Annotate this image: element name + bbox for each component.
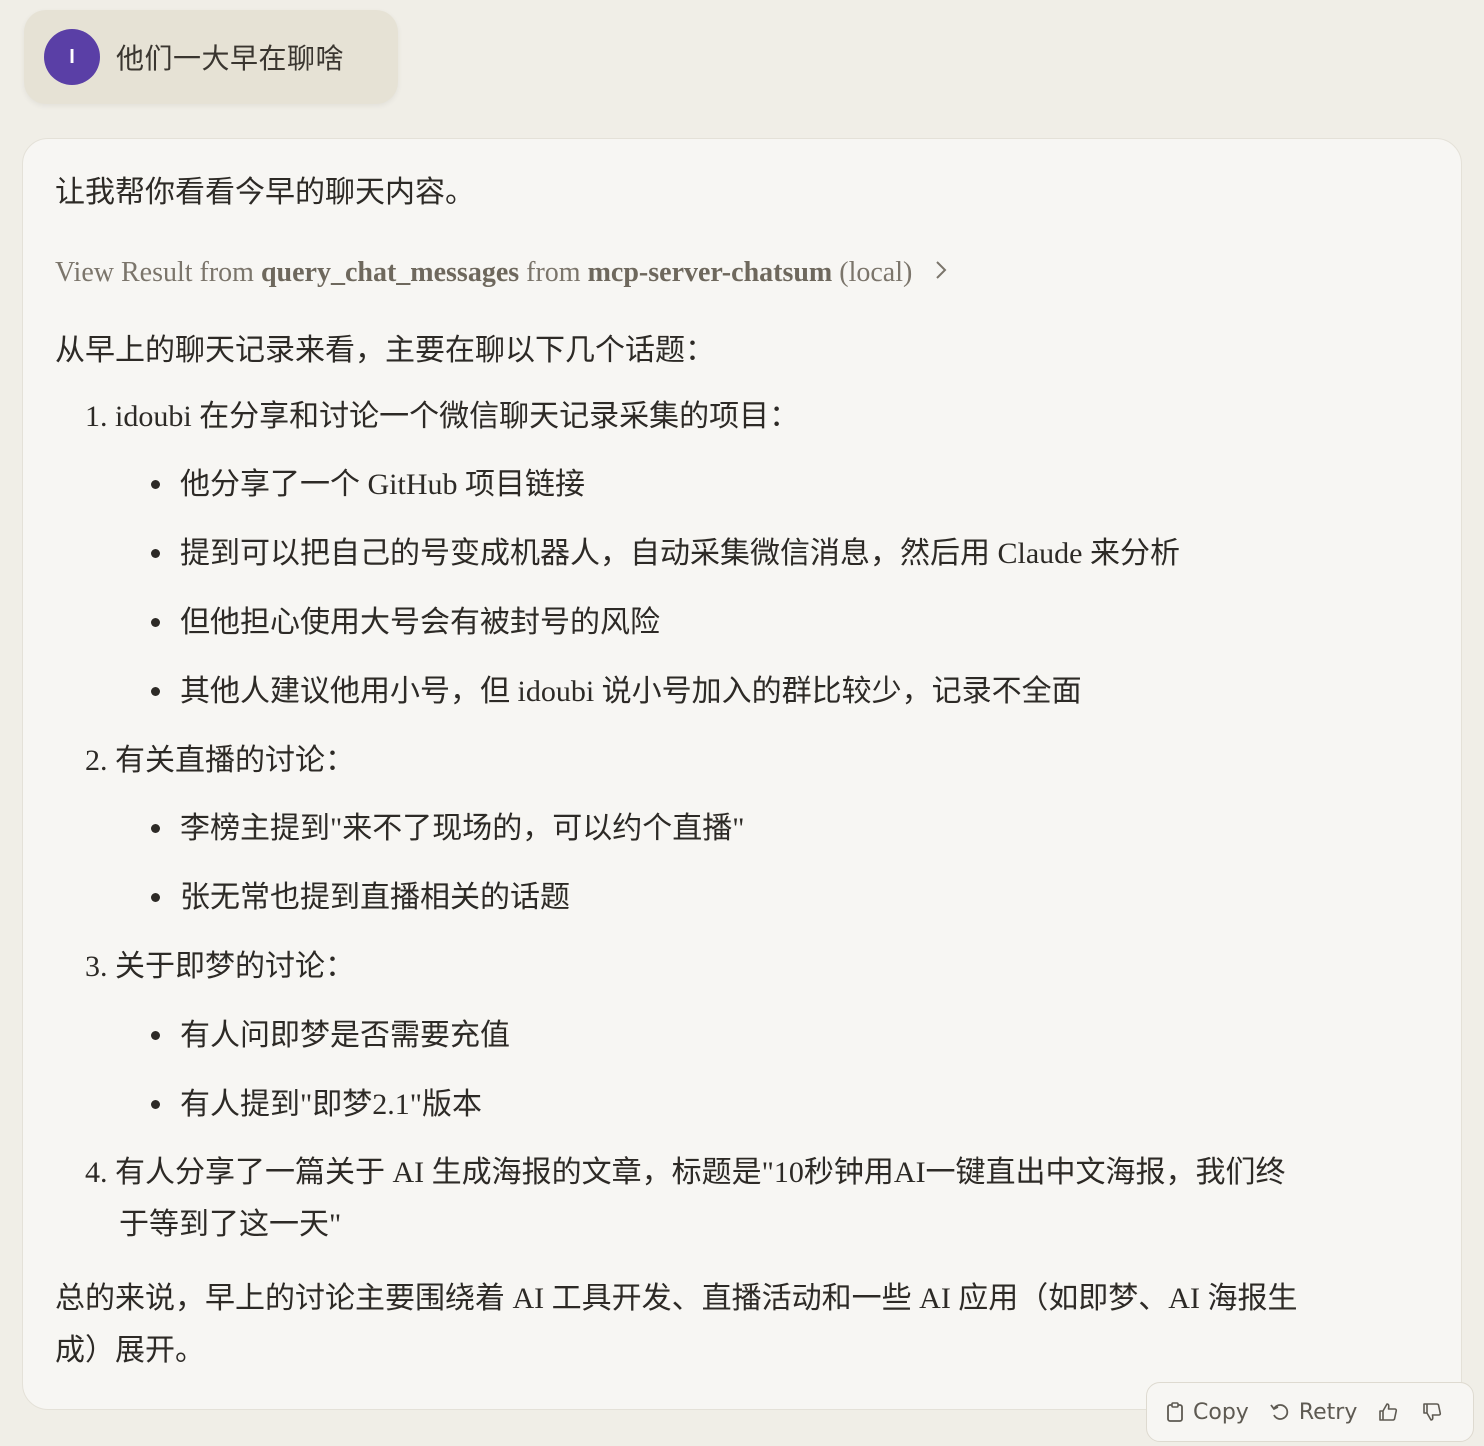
thumbs-up-icon	[1379, 1403, 1398, 1421]
list-item: 张无常也提到直播相关的话题	[151, 872, 570, 924]
list-item-topic-1: 1. idoubi 在分享和讨论一个微信聊天记录采集的项目：	[85, 391, 799, 443]
bullet-text: 他分享了一个 GitHub 项目链接	[180, 468, 585, 501]
bullet-icon	[151, 686, 160, 696]
summary-text-continued: 成）展开。	[55, 1334, 205, 1367]
avatar[interactable]: I	[44, 29, 100, 85]
list-item: 其他人建议他用小号，但 idoubi 说小号加入的群比较少，记录不全面	[151, 666, 1082, 718]
bullet-icon	[151, 892, 160, 902]
list-item-topic-3: 3. 关于即梦的讨论：	[85, 941, 355, 993]
bullet-icon	[151, 1030, 160, 1040]
clipboard-icon	[1167, 1402, 1183, 1422]
copy-label: Copy	[1193, 1399, 1249, 1425]
chevron-right-icon[interactable]	[934, 247, 948, 299]
list-item: 有人问即梦是否需要充值	[151, 1010, 510, 1062]
list-item-title: idoubi 在分享和讨论一个微信聊天记录采集的项目：	[115, 400, 800, 433]
list-item-title: 有人分享了一篇关于 AI 生成海报的文章，标题是"10秒钟用AI一键直出中文海报…	[115, 1156, 1286, 1189]
list-number: 2.	[85, 744, 108, 777]
bullet-text: 提到可以把自己的号变成机器人，自动采集微信消息，然后用 Claude 来分析	[180, 537, 1180, 570]
assistant-message: 让我帮你看看今早的聊天内容。 View Result from query_ch…	[22, 138, 1462, 1410]
tool-result-suffix: (local)	[832, 257, 913, 288]
list-item-topic-4: 4. 有人分享了一篇关于 AI 生成海报的文章，标题是"10秒钟用AI一键直出中…	[85, 1147, 1286, 1199]
user-message-text: 他们一大早在聊啥	[116, 42, 345, 75]
list-number: 4.	[85, 1156, 108, 1189]
list-item-title-continued: 于等到了这一天"	[119, 1208, 342, 1241]
bullet-icon	[151, 617, 160, 627]
server-name: mcp-server-chatsum	[587, 257, 833, 288]
bullet-text: 其他人建议他用小号，但 idoubi 说小号加入的群比较少，记录不全面	[180, 675, 1082, 708]
tool-result-prefix: View Result from	[55, 257, 261, 288]
tool-result-middle: from	[519, 257, 588, 288]
bullet-icon	[151, 479, 160, 489]
bullet-icon	[151, 548, 160, 558]
lead-text: 从早上的聊天记录来看，主要在聊以下几个话题：	[55, 334, 715, 367]
thumbs-up-button[interactable]	[1377, 1401, 1407, 1423]
list-item: 提到可以把自己的号变成机器人，自动采集微信消息，然后用 Claude 来分析	[151, 528, 1180, 580]
tool-name: query_chat_messages	[260, 257, 520, 288]
retry-button[interactable]: Retry	[1269, 1399, 1358, 1425]
list-item-title: 有关直播的讨论：	[115, 744, 355, 777]
bullet-text: 张无常也提到直播相关的话题	[180, 881, 570, 914]
user-message: I 他们一大早在聊啥	[24, 10, 398, 104]
bullet-icon	[151, 823, 160, 833]
list-item: 李榜主提到"来不了现场的，可以约个直播"	[151, 803, 745, 855]
list-item: 有人提到"即梦2.1"版本	[151, 1079, 482, 1131]
bullet-text: 有人问即梦是否需要充值	[180, 1019, 510, 1052]
bullet-text: 李榜主提到"来不了现场的，可以约个直播"	[180, 812, 745, 845]
message-actions: Copy Retry	[1146, 1382, 1474, 1442]
intro-text: 让我帮你看看今早的聊天内容。	[55, 176, 475, 209]
bullet-text: 但他担心使用大号会有被封号的风险	[180, 606, 660, 639]
bullet-text: 有人提到"即梦2.1"版本	[180, 1088, 482, 1121]
list-item-title: 关于即梦的讨论：	[115, 950, 355, 983]
list-number: 1.	[85, 400, 108, 433]
bullet-icon	[151, 1099, 160, 1109]
tool-result-link[interactable]: View Result from query_chat_messages fro…	[55, 247, 948, 299]
list-item: 但他担心使用大号会有被封号的风险	[151, 597, 660, 649]
copy-button[interactable]: Copy	[1165, 1400, 1249, 1425]
list-number: 3.	[85, 950, 108, 983]
list-item-topic-2: 2. 有关直播的讨论：	[85, 735, 355, 787]
thumbs-down-icon	[1423, 1403, 1442, 1421]
retry-icon	[1270, 1404, 1289, 1420]
summary-text: 总的来说，早上的讨论主要围绕着 AI 工具开发、直播活动和一些 AI 应用（如即…	[55, 1282, 1298, 1315]
list-item: 他分享了一个 GitHub 项目链接	[151, 459, 585, 511]
retry-label: Retry	[1298, 1399, 1358, 1425]
thumbs-down-button[interactable]	[1421, 1401, 1451, 1423]
